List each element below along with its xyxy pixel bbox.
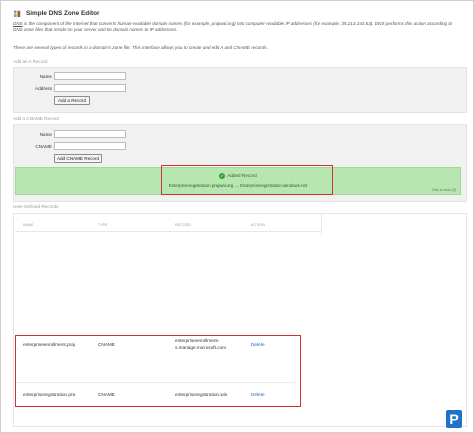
notice-highlight-box (161, 165, 333, 195)
prajwal-logo-icon: P (446, 410, 462, 428)
intro-text: is the component of the Internet that co… (13, 21, 453, 33)
column-header-action: ACTION (251, 223, 266, 227)
dns-term: DNS (13, 21, 23, 26)
cname-name-input[interactable] (54, 130, 126, 138)
a-address-input[interactable] (54, 84, 126, 92)
a-name-label: Name (39, 74, 52, 79)
column-header-type: TYPE (98, 223, 108, 227)
column-header-record: RECORD (175, 223, 191, 227)
zone-editor-icon (13, 10, 21, 18)
intro-paragraph: DNS is the component of the Internet tha… (13, 21, 463, 33)
a-name-input[interactable] (54, 72, 126, 80)
records-highlight-box (15, 335, 301, 407)
cname-name-label: Name (39, 132, 52, 137)
notice-close-link[interactable]: Click to close. [5] (432, 188, 456, 192)
table-header-divider (15, 231, 321, 232)
intro-paragraph-2: There are several types of records in a … (13, 45, 268, 50)
a-record-section-label: Add an A Record (13, 59, 48, 64)
a-record-form: Name Address Add a Record (13, 67, 467, 113)
table-column-rule (321, 213, 322, 235)
page-title: Simple DNS Zone Editor (26, 10, 100, 17)
cname-target-label: CNAME (35, 144, 52, 149)
svg-text:P: P (449, 411, 458, 427)
title-row: Simple DNS Zone Editor (13, 9, 100, 18)
a-address-label: Address (35, 86, 52, 91)
records-section-label: User-Defined Records (13, 204, 59, 209)
add-a-record-button[interactable]: Add a Record (54, 96, 90, 105)
page-frame: Simple DNS Zone Editor DNS is the compon… (0, 0, 474, 433)
cname-target-input[interactable] (54, 142, 126, 150)
cname-section-label: Add a CNAME Record (13, 116, 59, 121)
column-header-name: NAME (23, 223, 34, 227)
add-cname-record-button[interactable]: Add CNAME Record (54, 154, 102, 163)
